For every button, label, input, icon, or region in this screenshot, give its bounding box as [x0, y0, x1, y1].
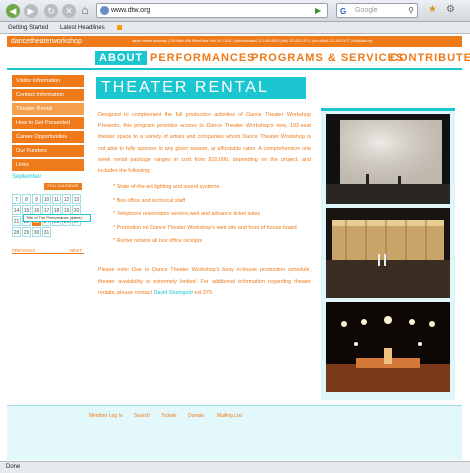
bookmark-label: Latest Headlines — [60, 25, 105, 31]
forward-icon[interactable]: ▶ — [24, 4, 38, 18]
calendar-day[interactable]: 31 — [42, 227, 51, 237]
calendar-tooltip: Title of The Performance (dates) — [23, 214, 91, 222]
logo-dance: dance — [11, 38, 31, 45]
footer-link-donate[interactable]: Donate — [188, 413, 204, 419]
calendar-day[interactable]: 13 — [72, 194, 81, 204]
list-item: * Promotion on Dance Theater Workshop's … — [113, 224, 297, 231]
nav-programs[interactable]: PROGRAMS & SERVICES — [251, 51, 404, 65]
calendar-day[interactable]: 21 — [12, 216, 21, 226]
rss-icon — [116, 24, 122, 30]
calendar-day[interactable]: 9 — [32, 194, 41, 204]
calendar-week: 7 8 9 10 11 12 13 — [12, 194, 84, 204]
home-icon[interactable]: ⌂ — [79, 3, 91, 17]
calendar-day[interactable]: 28 — [12, 227, 21, 237]
reload-icon[interactable]: ↻ — [44, 4, 58, 18]
contact-info: dance theater workshop | 219 West 19th S… — [132, 39, 372, 43]
theater-photo-stage — [326, 114, 450, 204]
bookmark-latest-headlines[interactable]: Latest Headlines — [60, 24, 122, 31]
back-icon[interactable]: ◀ — [6, 4, 20, 18]
site-header: dancetheaterworkshop dance theater works… — [7, 36, 462, 47]
full-calendar-button[interactable]: FULL CALENDAR — [44, 183, 82, 190]
site-logo[interactable]: dancetheaterworkshop — [11, 36, 82, 47]
star-icon[interactable]: ★ — [428, 4, 437, 16]
logo-theater: theater — [30, 38, 52, 45]
calendar-day[interactable]: 8 — [22, 194, 31, 204]
footer-link-mailing-list[interactable]: Mailing List — [217, 413, 242, 419]
url-input[interactable]: www.dtw.org ▶ — [96, 3, 328, 18]
calendar-week: 28 29 30 31 — [12, 227, 84, 237]
contact-link[interactable]: David Sheingold — [153, 290, 192, 296]
sidebar-item-contact-info[interactable]: Contact Information — [12, 89, 84, 101]
sidebar-item-funders[interactable]: Our Funders — [12, 145, 84, 157]
sidebar: Visitor Information Contact Information … — [12, 75, 84, 173]
nav-performances[interactable]: PERFORMANCES — [150, 51, 256, 65]
feature-list: * State-of-the-art lighting and sound sy… — [113, 183, 313, 251]
go-icon[interactable]: ▶ — [315, 6, 324, 15]
browser-toolbar: ◀ ▶ ↻ ✕ ⌂ www.dtw.org ▶ G Google ⚲ ★ ⚙ — [0, 0, 470, 22]
main-nav: ABOUT PERFORMANCES PROGRAMS & SERVICES C… — [7, 48, 470, 68]
url-text: www.dtw.org — [111, 7, 151, 14]
contact-ext: ext.379 — [194, 290, 212, 297]
calendar-day[interactable]: 12 — [62, 194, 71, 204]
bookmarks-bar: Getting Started Latest Headlines — [0, 22, 470, 34]
calendar-month: September — [12, 174, 42, 180]
google-icon: G — [340, 7, 347, 16]
stop-icon[interactable]: ✕ — [62, 4, 76, 18]
status-bar: Done — [0, 461, 470, 473]
calendar-day[interactable]: 10 — [42, 194, 51, 204]
nav-about[interactable]: ABOUT — [95, 51, 148, 65]
sidebar-item-get-presented[interactable]: How to Get Presented — [12, 117, 84, 129]
calendar-day[interactable]: 29 — [22, 227, 31, 237]
sidebar-item-links[interactable]: Links — [12, 159, 84, 171]
gear-icon[interactable]: ⚙ — [446, 4, 455, 16]
search-placeholder: Google — [355, 7, 378, 14]
list-item: * Box office and technical staff — [113, 197, 186, 204]
theater-photo-lights — [326, 302, 450, 392]
calendar-day[interactable]: 14 — [12, 205, 21, 215]
list-item: * Renter retains all box office receipts — [113, 238, 203, 244]
note-paragraph: Please note: Due to Dance Theater Worksh… — [98, 265, 311, 300]
sidebar-item-theater-rental[interactable]: Theater Rental — [12, 103, 84, 115]
list-item: * State-of-the-art lighting and sound sy… — [113, 184, 220, 190]
logo-workshop: workshop — [51, 38, 82, 45]
calendar-day[interactable]: 7 — [12, 194, 21, 204]
footer-link-search[interactable]: Search — [134, 413, 150, 419]
footer-link-tickets[interactable]: Tickets — [161, 413, 177, 419]
list-item: * Telephone reservation service,web and … — [113, 211, 261, 217]
page-title: THEATER RENTAL — [96, 77, 306, 99]
footer: Member Log In Search Tickets Donate Mail… — [7, 405, 462, 460]
nav-divider — [7, 68, 462, 70]
sidebar-item-careers[interactable]: Career Opportunities — [12, 131, 84, 143]
photo-column — [321, 108, 455, 400]
intro-paragraph: Designed to complement the full producti… — [98, 112, 311, 175]
search-input[interactable]: G Google ⚲ — [336, 3, 418, 18]
theater-photo-curtain — [326, 208, 450, 298]
search-icon[interactable]: ⚲ — [408, 4, 414, 17]
calendar-divider — [12, 253, 84, 254]
bookmark-getting-started[interactable]: Getting Started — [8, 25, 48, 31]
globe-icon — [100, 6, 109, 15]
footer-link-member-login[interactable]: Member Log In — [89, 413, 123, 419]
nav-contribute[interactable]: CONTRIBUTE — [390, 51, 470, 65]
calendar-day[interactable]: 30 — [32, 227, 41, 237]
calendar-day[interactable]: 11 — [52, 194, 61, 204]
sidebar-item-visitor-info[interactable]: Visitor Information — [12, 75, 84, 87]
